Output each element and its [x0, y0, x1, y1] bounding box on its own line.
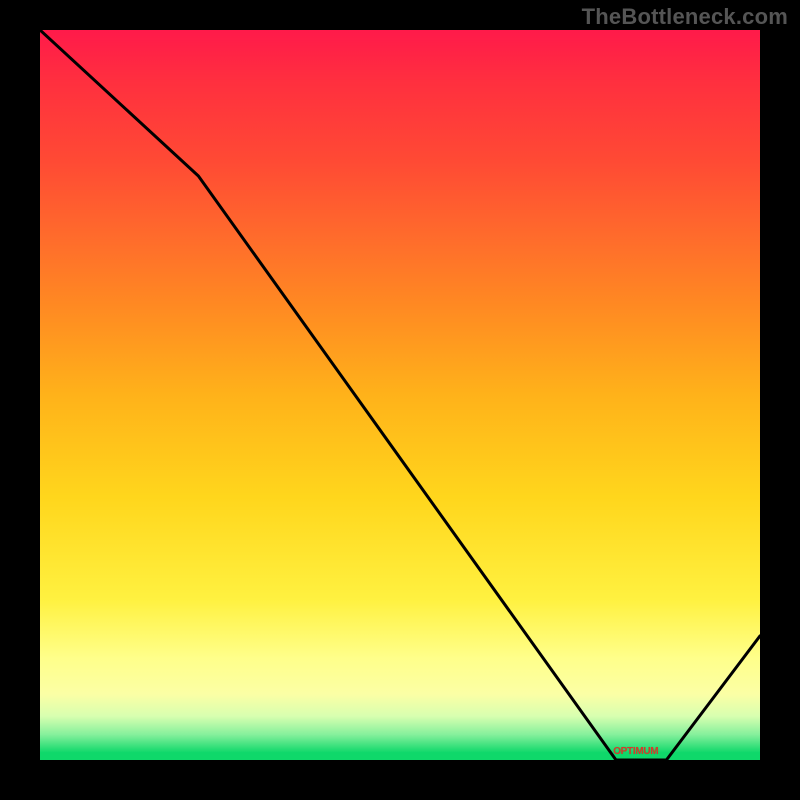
bottleneck-line-svg: [40, 30, 760, 760]
bottleneck-curve: [40, 30, 760, 760]
chart-container: TheBottleneck.com OPTIMUM: [0, 0, 800, 800]
optimum-label: OPTIMUM: [613, 746, 658, 757]
attribution-label: TheBottleneck.com: [582, 4, 788, 30]
plot-area: OPTIMUM: [40, 30, 760, 760]
